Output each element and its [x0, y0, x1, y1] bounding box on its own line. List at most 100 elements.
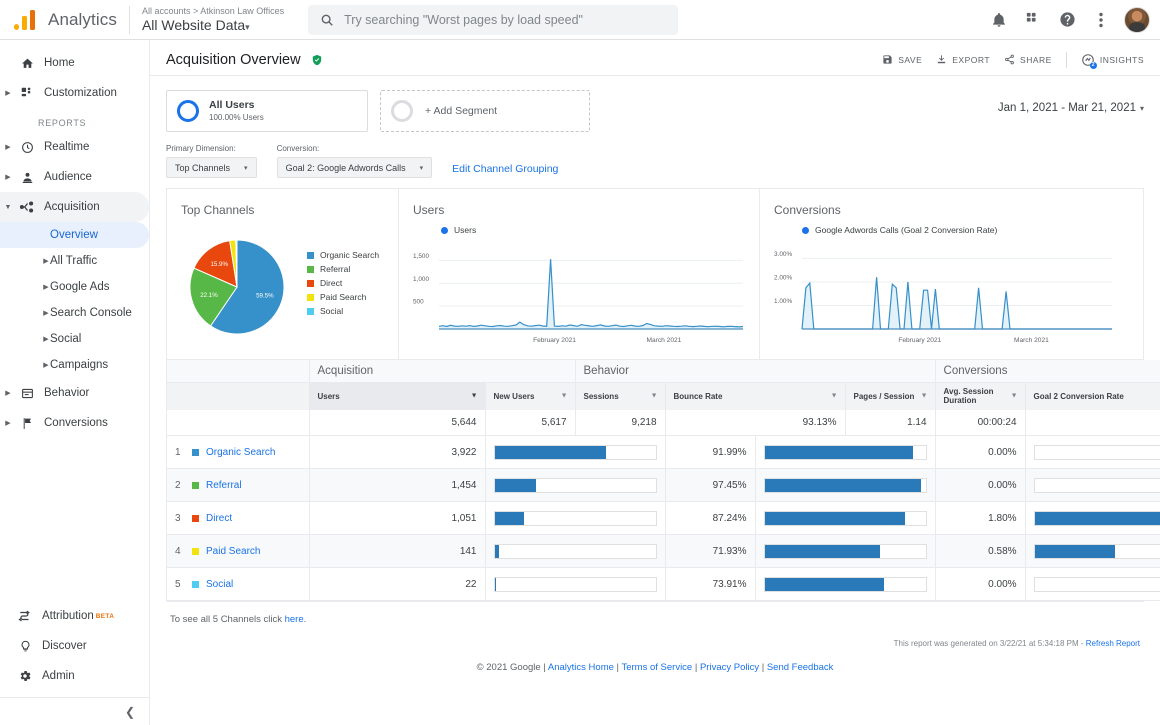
sidebar-item-audience[interactable]: ▶ Audience — [0, 162, 149, 192]
footer-link[interactable]: Analytics Home — [548, 662, 614, 673]
footer-separator: | — [692, 662, 700, 673]
footer-link[interactable]: Send Feedback — [767, 662, 834, 673]
table-group-header-row: Acquisition Behavior Conversions — [167, 360, 1160, 382]
search-bar[interactable] — [308, 4, 679, 35]
bar-fill — [764, 478, 922, 492]
date-range-picker[interactable]: Jan 1, 2021 - Mar 21, 2021 ▾ — [998, 90, 1144, 114]
export-button[interactable]: EXPORT — [936, 54, 990, 65]
column-header-sessions[interactable]: Sessions ▼ — [575, 381, 666, 410]
column-header-bounce-rate[interactable]: Bounce Rate ▼ — [665, 381, 846, 410]
cell-bounce-rate: 87.24% — [665, 501, 756, 535]
legend-item[interactable]: Direct — [307, 278, 379, 288]
sidebar-collapse-button[interactable]: ❮ — [0, 697, 149, 725]
sidebar-item-overview[interactable]: Overview — [0, 222, 149, 248]
table-row[interactable]: 3 Direct 1,051 87.24% 1.80% — [167, 501, 1160, 535]
users-card: Users Users 500 1,000 1,500 February 2021 Ma… — [398, 189, 759, 359]
bell-icon[interactable] — [984, 5, 1014, 35]
sidebar-item-search-console[interactable]: ▶ Search Console — [0, 300, 149, 326]
bar-track — [1033, 477, 1160, 493]
footer-link[interactable]: Terms of Service — [621, 662, 692, 673]
legend-item[interactable]: Referral — [307, 264, 379, 274]
chevron-right-icon: ▶ — [5, 89, 11, 97]
divider — [1065, 51, 1067, 68]
cell-bounce-rate: 91.99% — [665, 435, 756, 469]
legend-item[interactable]: Social — [307, 306, 379, 316]
bar-track — [493, 477, 657, 493]
segment-text: All Users 100.00% Users — [209, 99, 264, 122]
sidebar-item-label: Customization — [44, 87, 117, 99]
channel-link[interactable]: Direct — [206, 513, 232, 524]
cell-goal2-rate: 0.58% — [935, 534, 1026, 568]
channel-link[interactable]: Organic Search — [206, 447, 275, 458]
sidebar-item-behavior[interactable]: ▶ Behavior — [0, 378, 149, 408]
help-icon[interactable] — [1052, 5, 1082, 35]
chart-cards: Top Channels 59.5% 22.1% 15.9% Organic Sea… — [166, 188, 1144, 360]
share-button[interactable]: SHARE — [1004, 54, 1052, 65]
table-row[interactable]: 5 Social 22 73.91% 0.00% — [167, 567, 1160, 601]
sidebar-item-campaigns[interactable]: ▶ Campaigns — [0, 352, 149, 378]
top-channels-title: Top Channels — [181, 203, 255, 217]
segment-all-users[interactable]: All Users 100.00% Users — [166, 90, 368, 132]
sort-arrow-icon: ▼ — [650, 392, 658, 400]
column-header-users[interactable]: Users ▼ — [309, 381, 486, 410]
sidebar-item-admin[interactable]: Admin — [0, 661, 149, 691]
sort-arrow-icon: ▼ — [920, 392, 928, 400]
overflow-menu-icon[interactable] — [1086, 5, 1116, 35]
sidebar-item-social[interactable]: ▶ Social — [0, 326, 149, 352]
save-button[interactable]: SAVE — [882, 54, 922, 65]
share-icon — [1005, 54, 1014, 65]
users-line-chart[interactable]: 500 1,000 1,500 February 2021 March 2021 — [413, 241, 745, 349]
sidebar-item-realtime[interactable]: ▶ Realtime — [0, 132, 149, 162]
column-header-pages-session[interactable]: Pages / Session ▼ — [845, 381, 936, 410]
bar-track — [763, 576, 927, 592]
conversion-group: Conversion: Goal 2: Google Adwords Calls… — [276, 144, 433, 178]
column-header-new-users[interactable]: New Users ▼ — [485, 381, 576, 410]
bar-track — [493, 543, 657, 559]
column-header-goal2-rate[interactable]: Goal 2 Conversion Rate ▼ — [1025, 381, 1160, 410]
total-users: 5,644 — [309, 409, 486, 436]
search-input[interactable] — [344, 12, 667, 27]
sidebar-item-conversions[interactable]: ▶ Conversions — [0, 408, 149, 438]
primary-dimension-dropdown[interactable]: Top Channels ▾ — [166, 157, 257, 178]
channel-link[interactable]: Referral — [206, 480, 242, 491]
legend-item[interactable]: Organic Search — [307, 250, 379, 260]
pie-slice-label: 22.1% — [200, 292, 218, 299]
avatar[interactable] — [1124, 6, 1150, 33]
sidebar-item-home[interactable]: Home — [0, 48, 149, 78]
add-segment-button[interactable]: + Add Segment — [380, 90, 590, 132]
row-rank: 5 — [175, 578, 181, 590]
account-selector[interactable]: All accounts > Atkinson Law Offices All … — [142, 6, 284, 32]
channel-link[interactable]: Social — [206, 579, 233, 590]
sidebar-item-attribution[interactable]: Attribution BETA — [0, 601, 149, 631]
legend-item[interactable]: Paid Search — [307, 292, 379, 302]
sidebar-item-customization[interactable]: ▶ Customization — [0, 78, 149, 108]
conversion-dropdown[interactable]: Goal 2: Google Adwords Calls ▾ — [276, 157, 433, 178]
column-header-avg-duration[interactable]: Avg. Session Duration ▼ — [935, 381, 1026, 410]
edit-channel-grouping-link[interactable]: Edit Channel Grouping — [452, 163, 558, 178]
apps-grid-icon[interactable] — [1018, 5, 1048, 35]
channel-link[interactable]: Paid Search — [206, 546, 260, 557]
pie-chart[interactable]: 59.5% 22.1% 15.9% — [181, 229, 293, 341]
footer-link[interactable]: Privacy Policy — [700, 662, 759, 673]
conversions-line-chart[interactable]: 1.00% 2.00% 3.00% February 2021 March 2021 — [774, 241, 1114, 349]
insights-button[interactable]: 2 INSIGHTS — [1081, 53, 1144, 69]
refresh-report-link[interactable]: Refresh Report — [1086, 639, 1140, 648]
conversion-label: Conversion: — [276, 144, 320, 153]
see-all-link[interactable]: here — [285, 614, 304, 625]
header-spacer — [167, 381, 310, 410]
customization-icon — [16, 87, 38, 100]
cell-bounce-bar — [755, 501, 936, 535]
table-row[interactable]: 2 Referral 1,454 97.45% 0.00% — [167, 468, 1160, 502]
sidebar-item-discover[interactable]: Discover — [0, 631, 149, 661]
sidebar-nav-top: Home ▶ Customization REPORTS ▶ Realtime … — [0, 40, 149, 438]
pie-slice-label: 59.5% — [256, 293, 274, 300]
sidebar-item-all-traffic[interactable]: ▶ All Traffic — [0, 248, 149, 274]
table-row[interactable]: 1 Organic Search 3,922 91.99% 0.00% — [167, 435, 1160, 469]
legend-label: Referral — [320, 264, 351, 274]
cell-goal2-rate: 0.00% — [935, 468, 1026, 502]
sidebar-item-acquisition[interactable]: ▼ Acquisition — [0, 192, 149, 222]
home-icon — [16, 57, 38, 70]
sidebar-item-google-ads[interactable]: ▶ Google Ads — [0, 274, 149, 300]
legend-label: Paid Search — [320, 292, 367, 302]
table-row[interactable]: 4 Paid Search 141 71.93% 0.58% — [167, 534, 1160, 568]
